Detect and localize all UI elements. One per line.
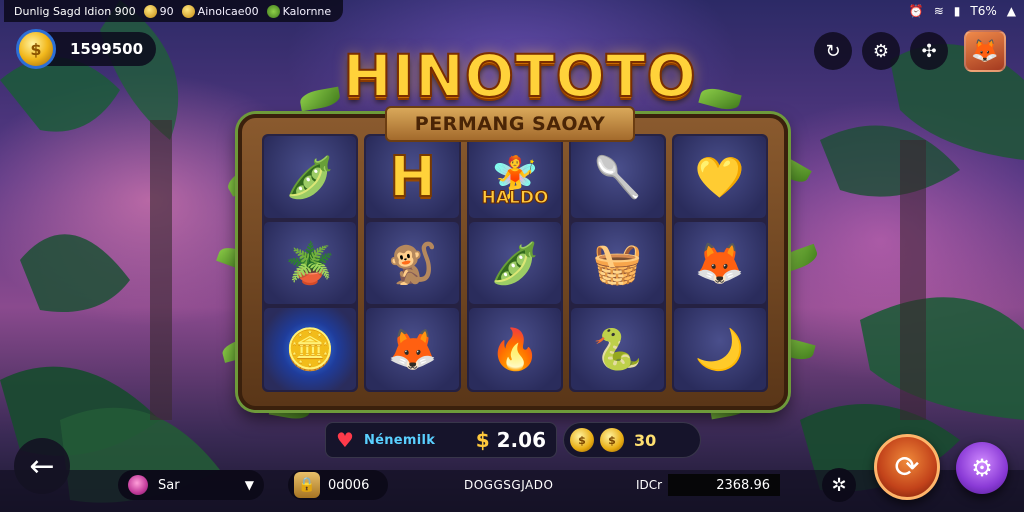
status-item-2: Ainolcae00 — [181, 4, 259, 18]
balance-value: 2368.96 — [668, 474, 780, 496]
wicker-basket-icon: 🧺 — [592, 240, 643, 287]
battery-icon: ▮ — [953, 4, 961, 18]
reel-symbol-pea-pod: 🫛 — [468, 222, 562, 304]
reel-3: 🧚 HALDO 🫛 🔥 — [466, 134, 564, 392]
reel-symbol-green-snake: 🐍 — [571, 308, 664, 390]
gold-coin-icon: $ — [16, 29, 56, 69]
spin-button[interactable]: ⟳ — [874, 434, 940, 500]
fox-cross-icon: 🦊 — [387, 326, 438, 373]
chevron-down-icon: ▼ — [244, 478, 254, 492]
settings-button[interactable]: ⚙ — [956, 442, 1008, 494]
coin-balance-amount: 1599500 — [70, 40, 144, 58]
win-amount: $ 2.06 — [475, 428, 546, 452]
coin-balance[interactable]: $ 1599500 — [16, 29, 156, 69]
refresh-icon: ↻ — [825, 40, 841, 62]
lock-icon: 🔒 — [294, 472, 320, 498]
reel-symbol-wicker-basket: 🧺 — [571, 222, 664, 304]
gear-icon: ⚙ — [971, 454, 993, 482]
player-name: Nénemilk — [363, 432, 436, 448]
lock-panel[interactable]: 🔒 0d006 — [288, 470, 388, 500]
reel-symbol-gold-heart-gem: 💛 — [673, 136, 767, 218]
slot-reels: 🫛 🪴 🪙 H 🐒 🦊 🧚 HALDO 🫛 🔥 🥄 🧺 🐍 💛 🦊 🌙 — [262, 134, 769, 392]
bet-select-value: Sar — [158, 477, 180, 493]
spin-icon: ⟳ — [894, 449, 920, 485]
flower-pot-icon: 🪴 — [285, 240, 336, 287]
reel-symbol-pea-pod: 🫛 — [264, 136, 357, 218]
blue-spoon-icon: 🥄 — [592, 154, 643, 201]
gold-coin-icon — [181, 4, 195, 18]
reel-5: 💛 🦊 🌙 — [671, 134, 769, 392]
alarm-icon: ⏰ — [908, 4, 924, 18]
banana-icon: 🌙 — [694, 326, 745, 373]
gold-heart-gem-icon: 💛 — [694, 154, 745, 201]
arrow-left-icon: ← — [29, 448, 55, 484]
pea-pod-icon: 🫛 — [285, 154, 336, 201]
reel-symbol-purple-monkey: 🐒 — [366, 222, 459, 304]
settings-gear-button[interactable]: ⚙ — [862, 32, 900, 70]
coin-count-panel: $ $ 30 — [563, 422, 701, 458]
reel-2: H 🐒 🦊 — [364, 134, 461, 392]
green-snake-icon: 🐍 — [592, 326, 643, 373]
reel-symbol-gold-coin: 🪙 — [264, 308, 357, 390]
status-right-group: ⏰ ≋ ▮ T6% ▲ — [909, 0, 1016, 22]
reel-symbol-flower-pot: 🪴 — [264, 222, 357, 304]
reel-symbol-fox-cross: 🦊 — [366, 308, 459, 390]
code-label: DOGGSGJADO — [464, 478, 554, 492]
gear-icon: ⚙ — [872, 40, 890, 62]
gold-coin-icon: $ — [600, 428, 624, 452]
game-title: HINOTOTO — [342, 41, 697, 111]
heart-icon: ♥ — [336, 428, 354, 452]
purple-monkey-icon: 🐒 — [387, 240, 438, 287]
reel-symbol-fairy-portrait: 🧚 HALDO — [468, 136, 562, 218]
fox-wand-icon: 🦊 — [694, 240, 745, 287]
coin-count: 30 — [634, 430, 657, 450]
flame-basket-icon: 🔥 — [490, 326, 540, 373]
lock-value: 0d006 — [328, 477, 370, 493]
reel-symbol-flame-basket: 🔥 — [468, 308, 562, 390]
gear-icon: ✲ — [831, 474, 847, 496]
status-title: Dunlig Sagd Idion 900 — [14, 4, 136, 18]
reel-1: 🫛 🪴 🪙 — [262, 134, 359, 392]
balance-label: IDCr — [636, 478, 663, 492]
back-button[interactable]: ← — [14, 438, 70, 494]
refresh-button[interactable]: ↻ — [814, 32, 852, 70]
reel-4: 🥄 🧺 🐍 — [569, 134, 666, 392]
status-left-group: Dunlig Sagd Idion 900 90 Ainolcae00 Kalo… — [4, 0, 344, 22]
player-win-panel: ♥ Nénemilk $ 2.06 — [325, 422, 557, 458]
status-bar: Dunlig Sagd Idion 900 90 Ainolcae00 Kalo… — [0, 0, 1024, 22]
gold-coin-icon: $ — [570, 428, 594, 452]
reel-symbol-letter-h: H — [366, 136, 459, 218]
status-item-3: Kalornne — [266, 4, 331, 18]
signal-icon: ▲ — [1006, 4, 1016, 18]
wifi-icon: ≋ — [933, 4, 944, 18]
gold-coin-icon — [143, 4, 157, 18]
fox-avatar-icon: 🦊 — [971, 38, 999, 64]
leaf-badge-icon — [266, 4, 280, 18]
share-button[interactable]: ✣ — [910, 32, 948, 70]
status-item-1: 90 — [143, 4, 174, 18]
share-icon: ✣ — [921, 40, 937, 62]
gem-icon — [128, 475, 148, 495]
pea-pod-icon: 🫛 — [490, 240, 540, 287]
gold-coin-icon: 🪙 — [285, 326, 336, 373]
reel-symbol-blue-spoon: 🥄 — [571, 136, 664, 218]
reel-symbol-fox-wand: 🦊 — [673, 222, 767, 304]
battery-text: T6% — [970, 4, 997, 18]
bet-select[interactable]: Sar ▼ — [118, 470, 264, 500]
avatar[interactable]: 🦊 — [964, 30, 1006, 72]
letter-h-icon: H — [388, 144, 437, 211]
game-subtitle: PERMANG SAOAY — [385, 106, 635, 142]
symbol-label: HALDO — [481, 188, 549, 209]
win-info-bar: ♥ Nénemilk $ 2.06 $ $ 30 — [325, 422, 703, 458]
reel-symbol-banana: 🌙 — [673, 308, 767, 390]
autoplay-button[interactable]: ✲ — [822, 468, 856, 502]
